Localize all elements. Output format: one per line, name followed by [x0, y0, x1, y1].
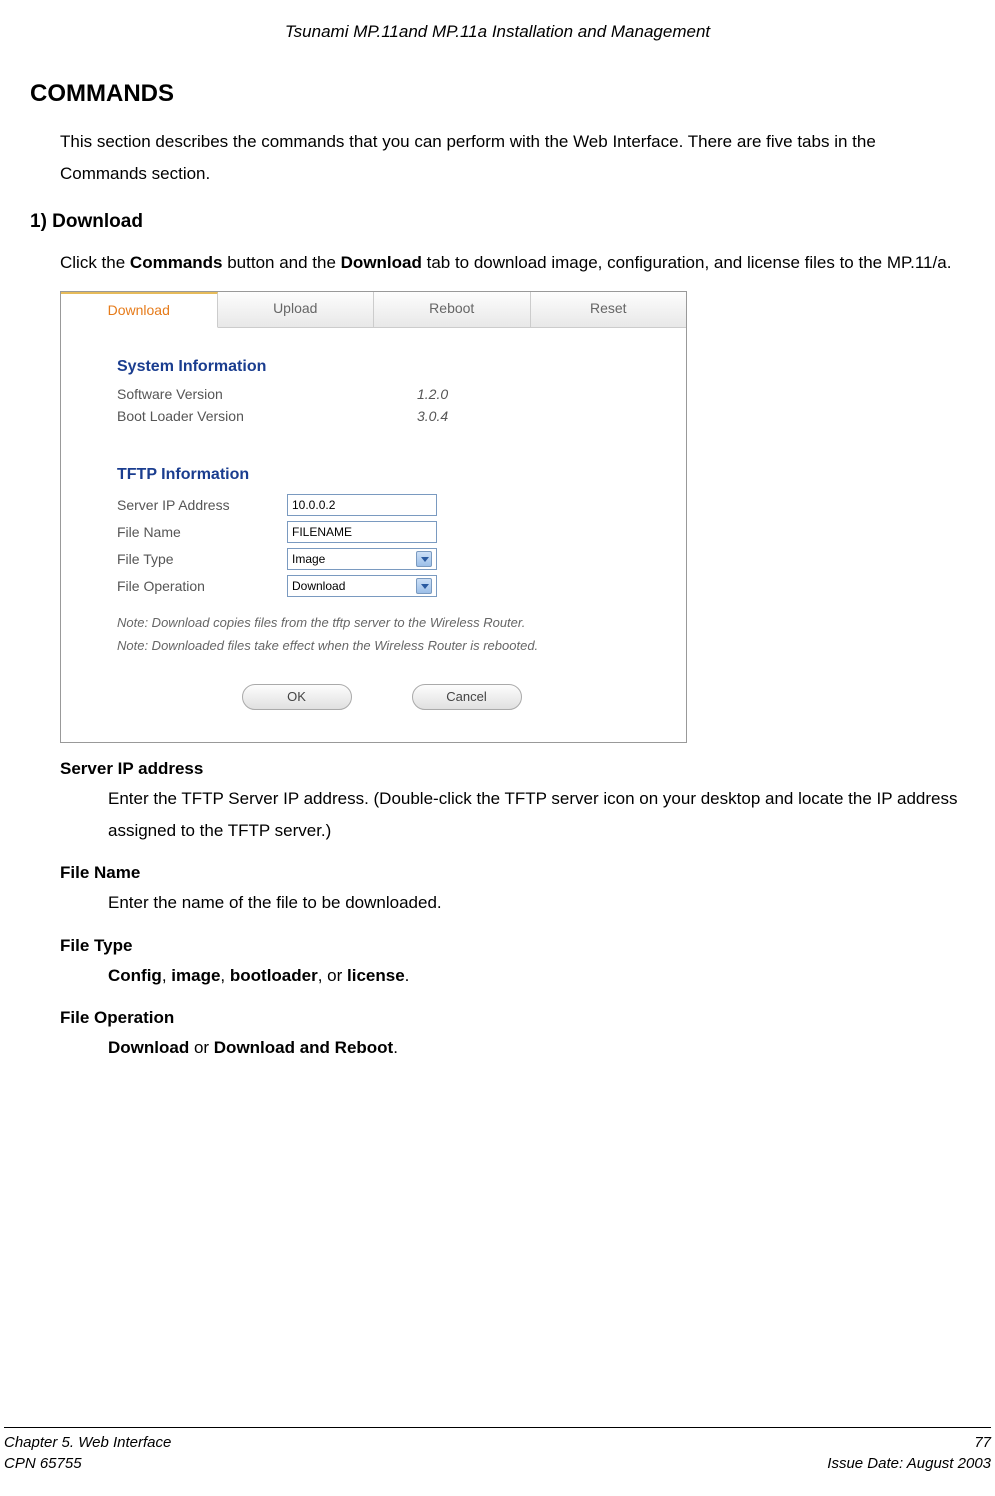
file-operation-label: File Operation	[117, 578, 287, 594]
footer-issue-date: Issue Date: August 2003	[827, 1453, 991, 1474]
footer-cpn: CPN 65755	[4, 1453, 82, 1474]
text-fragment: button and the	[223, 253, 341, 272]
bold-config: Config	[108, 966, 162, 985]
note-1: Note: Download copies files from the tft…	[117, 613, 646, 633]
tab-bar: Download Upload Reboot Reset	[61, 292, 686, 328]
software-version-label: Software Version	[117, 386, 417, 402]
text-fragment: ,	[220, 966, 229, 985]
def-file-operation-term: File Operation	[60, 1008, 965, 1028]
def-file-type-body: Config, image, bootloader, or license.	[108, 960, 965, 992]
heading-download: 1) Download	[30, 211, 965, 233]
file-type-select[interactable]: Image	[287, 548, 437, 570]
intro-paragraph: This section describes the commands that…	[60, 126, 965, 191]
text-fragment: tab to download image, configuration, an…	[422, 253, 952, 272]
chevron-down-icon	[416, 551, 432, 567]
text-fragment: or	[189, 1038, 214, 1057]
file-operation-select[interactable]: Download	[287, 575, 437, 597]
software-version-value: 1.2.0	[417, 386, 448, 402]
file-name-label: File Name	[117, 524, 287, 540]
footer-chapter: Chapter 5. Web Interface	[4, 1432, 171, 1453]
text-fragment: Click the	[60, 253, 130, 272]
download-panel: Download Upload Reboot Reset System Info…	[60, 291, 687, 743]
def-server-ip-body: Enter the TFTP Server IP address. (Doubl…	[108, 783, 965, 848]
server-ip-label: Server IP Address	[117, 497, 287, 513]
def-file-name-body: Enter the name of the file to be downloa…	[108, 887, 965, 919]
bold-download: Download	[341, 253, 422, 272]
system-info-title: System Information	[117, 358, 646, 376]
ok-button[interactable]: OK	[242, 684, 352, 710]
text-fragment: ,	[162, 966, 171, 985]
bold-commands: Commands	[130, 253, 223, 272]
tab-reset[interactable]: Reset	[531, 292, 687, 327]
text-fragment: .	[393, 1038, 398, 1057]
file-type-label: File Type	[117, 551, 287, 567]
chevron-down-icon	[416, 578, 432, 594]
def-server-ip-term: Server IP address	[60, 759, 965, 779]
def-file-type-term: File Type	[60, 936, 965, 956]
bold-license: license	[347, 966, 405, 985]
file-type-value: Image	[292, 552, 325, 566]
file-operation-value: Download	[292, 579, 345, 593]
tab-reboot[interactable]: Reboot	[374, 292, 531, 327]
def-file-name-term: File Name	[60, 863, 965, 883]
file-name-input[interactable]	[287, 521, 437, 543]
note-2: Note: Downloaded files take effect when …	[117, 636, 646, 656]
heading-commands: COMMANDS	[30, 80, 965, 108]
cancel-button[interactable]: Cancel	[412, 684, 522, 710]
footer-page-number: 77	[974, 1432, 991, 1453]
doc-header: Tsunami MP.11and MP.11a Installation and…	[0, 0, 995, 42]
page-footer: Chapter 5. Web Interface 77 CPN 65755 Is…	[0, 1427, 995, 1474]
bold-download-reboot: Download and Reboot	[214, 1038, 393, 1057]
tftp-info-title: TFTP Information	[117, 466, 646, 484]
tab-download[interactable]: Download	[61, 292, 218, 328]
text-fragment: , or	[318, 966, 347, 985]
tab-upload[interactable]: Upload	[218, 292, 375, 327]
def-file-operation-body: Download or Download and Reboot.	[108, 1032, 965, 1064]
download-paragraph: Click the Commands button and the Downlo…	[60, 247, 965, 279]
bold-download: Download	[108, 1038, 189, 1057]
boot-loader-value: 3.0.4	[417, 408, 448, 424]
text-fragment: .	[405, 966, 410, 985]
server-ip-input[interactable]	[287, 494, 437, 516]
bold-bootloader: bootloader	[230, 966, 318, 985]
boot-loader-label: Boot Loader Version	[117, 408, 417, 424]
bold-image: image	[171, 966, 220, 985]
